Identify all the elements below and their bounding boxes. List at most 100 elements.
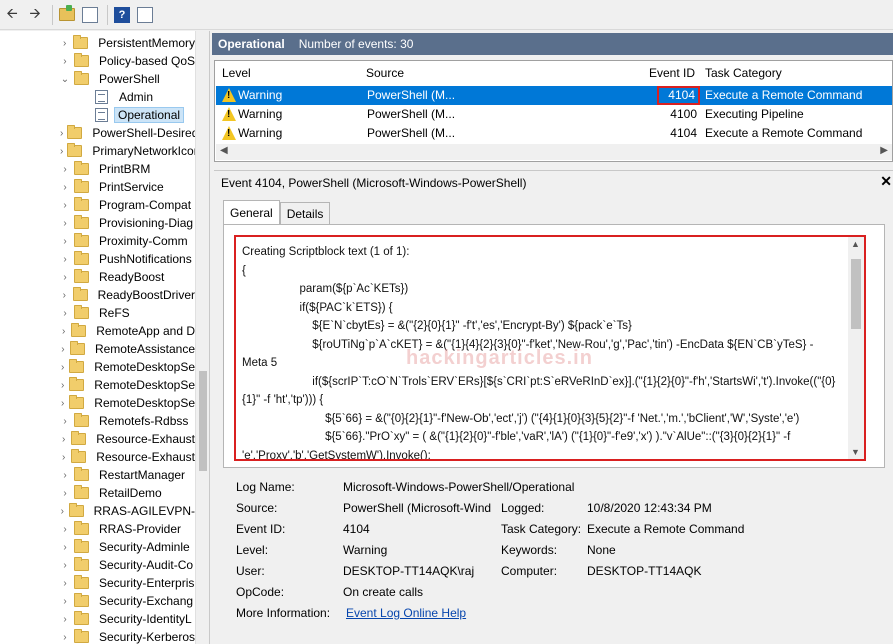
column-header-task-category[interactable]: Task Category [705,61,782,85]
event-row[interactable]: Warning PowerShell (M... 4100 Executing … [216,105,892,124]
tree-item[interactable]: › ReadyBoost [0,268,200,286]
chevron-right-icon[interactable]: › [60,470,70,481]
scroll-down-icon[interactable]: ▼ [851,447,860,457]
tree-item[interactable]: › Security-IdentityL [0,610,200,628]
event-row[interactable]: Warning PowerShell (M... 4104 Execute a … [216,86,892,105]
tree-item[interactable]: › PrintService [0,178,200,196]
event-row[interactable]: Warning PowerShell (M... 4104 Execute a … [216,124,892,143]
tree-item[interactable]: › ReFS [0,304,200,322]
chevron-right-icon[interactable]: › [60,488,70,499]
chevron-right-icon[interactable]: › [60,38,69,49]
tab-general[interactable]: General [223,200,280,224]
tree-item[interactable]: › RemoteAssistance [0,340,200,358]
tree-item[interactable]: › Resource-Exhaust [0,448,200,466]
tree-item[interactable]: › RemoteApp and D [0,322,200,340]
tree-item-label: PowerShell-Desired [92,126,199,140]
tree-item-label: Admin [119,90,154,104]
tree-item[interactable]: › Security-Adminle [0,538,200,556]
tree-item[interactable]: › ReadyBoostDriver [0,286,200,304]
tree-item[interactable]: › PowerShell-Desired [0,124,200,142]
tree-item[interactable]: › RemoteDesktopSe [0,358,200,376]
chevron-down-icon[interactable]: ⌄ [60,74,70,85]
chevron-right-icon[interactable]: › [60,290,69,301]
scroll-right-icon[interactable]: ▶ [880,145,888,156]
column-header-level[interactable]: Level [222,61,251,85]
chevron-right-icon[interactable]: › [60,272,70,283]
chevron-right-icon[interactable]: › [60,380,65,391]
tree-item[interactable]: › RRAS-Provider [0,520,200,538]
tree-item[interactable]: › RemoteDesktopSe [0,394,200,412]
folder-up-icon[interactable] [57,5,77,25]
tree-item[interactable]: › PrimaryNetworkIcon [0,142,200,160]
tree-item[interactable]: › Provisioning-Diag [0,214,200,232]
scroll-left-icon[interactable]: ◀ [220,145,228,156]
tab-details[interactable]: Details [279,202,331,224]
tree-item[interactable]: › Security-Kerberos [0,628,200,644]
tree-item[interactable]: › RRAS-AGILEVPN- [0,502,200,520]
script-block-text[interactable]: Creating Scriptblock text (1 of 1): { par… [234,235,866,461]
chevron-right-icon[interactable]: › [60,560,70,571]
script-line: {1}" -f 'ht','tp'))) { [242,394,324,406]
chevron-right-icon[interactable]: › [60,416,70,427]
tree-item[interactable]: › Remotefs-Rdbss [0,412,200,430]
tree-item[interactable]: › RestartManager [0,466,200,484]
scrollbar-thumb[interactable] [199,371,207,471]
chevron-right-icon[interactable]: › [60,182,70,193]
chevron-right-icon[interactable]: › [60,56,70,67]
chevron-right-icon[interactable]: › [60,254,70,265]
tree-item[interactable]: Operational [0,106,200,124]
tree-item[interactable]: › PrintBRM [0,160,200,178]
chevron-right-icon[interactable]: › [60,506,65,517]
chevron-right-icon[interactable]: › [60,632,70,643]
tree-item[interactable]: › Proximity-Comm [0,232,200,250]
tree-item[interactable]: › Resource-Exhaust [0,430,200,448]
event-level: Warning [238,107,283,121]
back-arrow-icon[interactable]: 🡨 [2,5,22,25]
chevron-right-icon[interactable]: › [60,434,67,445]
vertical-scrollbar[interactable]: ▲ ▼ [848,237,864,459]
action-pane-icon[interactable] [135,5,155,25]
help-icon[interactable]: ? [112,5,132,25]
chevron-right-icon[interactable]: › [60,452,67,463]
tree-item[interactable]: › Program-Compat [0,196,200,214]
event-log-online-help-link[interactable]: Event Log Online Help [346,606,466,620]
chevron-right-icon[interactable]: › [60,398,65,409]
chevron-right-icon[interactable]: › [60,164,70,175]
tree-item[interactable]: Admin [0,88,200,106]
column-header-source[interactable]: Source [366,61,404,85]
tree-item-label: Security-Adminle [99,540,190,554]
tree-item[interactable]: › Security-Audit-Co [0,556,200,574]
tree-item[interactable]: › RetailDemo [0,484,200,502]
tree-item[interactable]: › RemoteDesktopSe [0,376,200,394]
chevron-right-icon[interactable]: › [60,542,70,553]
tree-item[interactable]: › Security-Exchang [0,592,200,610]
chevron-right-icon[interactable]: › [60,578,70,589]
show-hide-tree-icon[interactable] [80,5,100,25]
chevron-right-icon[interactable]: › [60,596,70,607]
close-icon[interactable]: ✕ [880,173,892,190]
chevron-right-icon[interactable]: › [60,362,65,373]
tree-item[interactable]: › PersistentMemory [0,34,200,52]
horizontal-scrollbar[interactable]: ◀ ▶ [216,144,892,160]
tree-item[interactable]: › Policy-based QoS [0,52,200,70]
forward-arrow-icon[interactable]: 🡪 [25,5,45,25]
tree-item[interactable]: › PushNotifications [0,250,200,268]
tree-vertical-scrollbar[interactable] [195,31,209,644]
folder-icon [71,449,87,463]
chevron-right-icon[interactable]: › [60,326,67,337]
tree-item[interactable]: ⌄ PowerShell [0,70,200,88]
chevron-right-icon[interactable]: › [60,308,70,319]
chevron-right-icon[interactable]: › [60,128,63,139]
scroll-up-icon[interactable]: ▲ [851,239,860,249]
scrollbar-thumb[interactable] [851,259,861,329]
chevron-right-icon[interactable]: › [60,200,70,211]
chevron-right-icon[interactable]: › [60,236,70,247]
chevron-right-icon[interactable]: › [60,146,63,157]
chevron-right-icon[interactable]: › [60,218,70,229]
warning-icon [222,88,236,102]
chevron-right-icon[interactable]: › [60,344,66,355]
column-header-event-id[interactable]: Event ID [649,61,695,85]
chevron-right-icon[interactable]: › [60,614,70,625]
chevron-right-icon[interactable]: › [60,524,70,535]
tree-item[interactable]: › Security-Enterpris [0,574,200,592]
